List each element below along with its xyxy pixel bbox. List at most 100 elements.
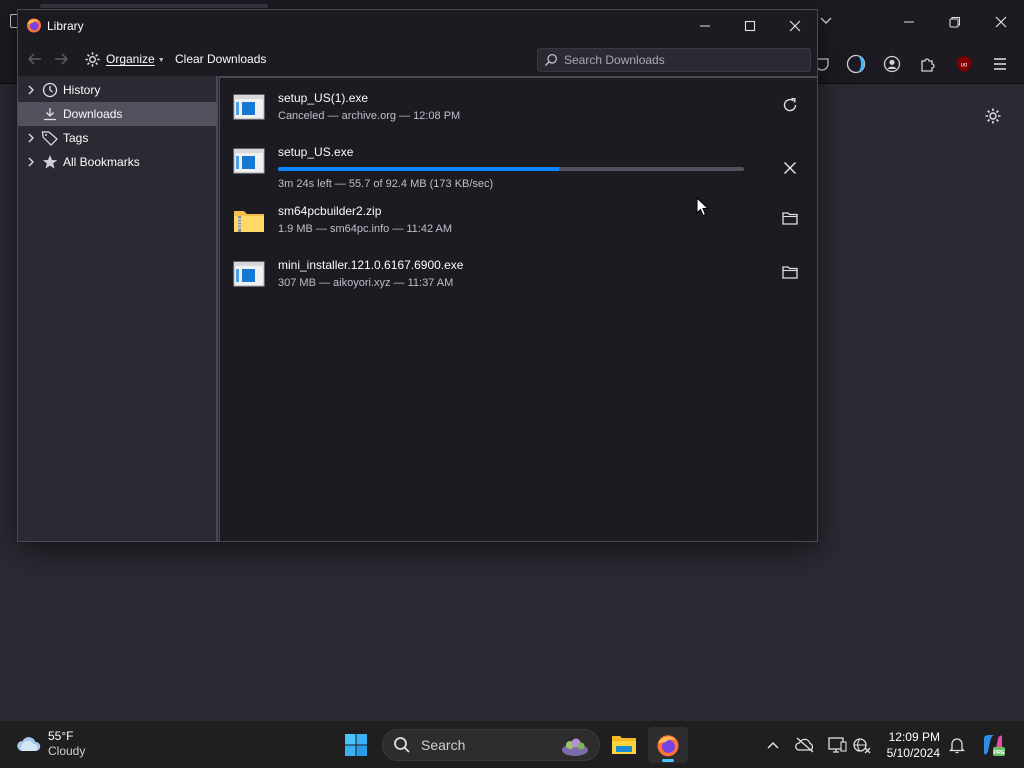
show-in-folder-button[interactable]: [779, 207, 801, 229]
chevron-right-icon[interactable]: [24, 85, 38, 95]
display-settings-icon[interactable]: [826, 734, 848, 756]
zip-folder-icon: [234, 211, 264, 232]
downloads-list: setup_US(1).exe Canceled — archive.org —…: [219, 76, 817, 541]
download-progress-fill: [278, 167, 559, 171]
cloud-icon: [17, 737, 41, 751]
windows-start-icon[interactable]: [344, 733, 368, 757]
show-in-folder-button[interactable]: [779, 261, 801, 283]
show-hidden-icons-chevron-icon[interactable]: [762, 734, 784, 756]
clear-downloads-button[interactable]: Clear Downloads: [175, 52, 266, 66]
ublock-origin-icon[interactable]: uo: [954, 54, 974, 74]
sidebar-item-label: Tags: [63, 131, 89, 145]
arrow-left-icon: [27, 53, 41, 65]
library-sidebar: History Downloads Tags All Bookmarks: [18, 76, 218, 541]
sidebar-item-label: Downloads: [63, 107, 123, 121]
sidebar-item-label: History: [63, 83, 101, 97]
taskbar-clock[interactable]: 12:09 PM 5/10/2024: [872, 729, 940, 761]
library-title-bar: Library: [18, 10, 817, 42]
copilot-icon[interactable]: PRE: [980, 732, 1006, 758]
restore-button[interactable]: [932, 8, 978, 36]
download-filename: setup_US.exe: [278, 145, 354, 159]
download-filename: mini_installer.121.0.6167.6900.exe: [278, 258, 464, 272]
clock-time: 12:09 PM: [888, 730, 940, 744]
folder-icon: [782, 266, 798, 279]
taskbar-search-box[interactable]: Search: [382, 729, 600, 761]
gear-icon: [85, 51, 100, 67]
restore-icon: [949, 17, 960, 28]
forward-button[interactable]: [52, 50, 70, 68]
minimize-icon: [700, 25, 710, 27]
search-placeholder: Search Downloads: [564, 53, 665, 67]
download-status: 3m 24s left — 55.7 of 92.4 MB (173 KB/se…: [278, 178, 494, 190]
firefox-logo-icon: [27, 18, 41, 33]
library-window: Library Organize ▼ Clear Downloads Searc…: [17, 9, 818, 542]
gear-icon[interactable]: [982, 105, 1004, 127]
retry-icon: [783, 97, 797, 112]
download-item[interactable]: mini_installer.121.0.6167.6900.exe 307 M…: [220, 250, 817, 304]
network-disconnected-icon[interactable]: [851, 734, 873, 756]
taskbar-search-label: Search: [421, 737, 466, 753]
active-app-indicator: [662, 759, 674, 762]
back-button[interactable]: [26, 50, 44, 68]
download-filename: sm64pcbuilder2.zip: [278, 204, 382, 218]
weather-temperature: 55°F: [48, 729, 74, 743]
search-icon: [394, 737, 410, 753]
weather-widget[interactable]: 55°F Cloudy: [16, 729, 85, 759]
download-status: 1.9 MB — sm64pc.info — 11:42 AM: [278, 223, 453, 235]
download-status: 307 MB — aikoyori.xyz — 11:37 AM: [278, 277, 454, 289]
firefox-logo-icon: [657, 735, 679, 757]
chevron-right-icon[interactable]: [24, 157, 38, 167]
download-item[interactable]: setup_US(1).exe Canceled — archive.org —…: [220, 83, 817, 137]
organize-label: Organize: [106, 52, 155, 66]
close-button[interactable]: [978, 8, 1024, 36]
clock-icon: [41, 81, 59, 99]
download-icon: [41, 105, 59, 123]
sidebar-item-all-bookmarks[interactable]: All Bookmarks: [18, 150, 217, 174]
maximize-icon: [744, 20, 756, 32]
download-item[interactable]: sm64pcbuilder2.zip 1.9 MB — sm64pc.info …: [220, 196, 817, 250]
cancel-download-button[interactable]: [779, 157, 801, 179]
download-item-in-progress[interactable]: setup_US.exe 3m 24s left — 55.7 of 92.4 …: [220, 137, 817, 191]
onedrive-offline-icon[interactable]: [794, 734, 816, 756]
exe-file-icon: [233, 148, 265, 174]
close-icon: [995, 16, 1007, 28]
weather-condition: Cloudy: [48, 744, 86, 758]
search-icon: [545, 53, 558, 66]
close-icon: [789, 20, 801, 32]
chevron-right-icon[interactable]: [24, 133, 38, 143]
sidebar-item-history[interactable]: History: [18, 78, 217, 102]
browser-tab[interactable]: [40, 4, 268, 8]
organize-menu-button[interactable]: Organize ▼: [84, 49, 165, 69]
download-filename: setup_US(1).exe: [278, 91, 369, 105]
minimize-button[interactable]: [886, 8, 932, 36]
notification-bell-icon[interactable]: [946, 734, 968, 756]
download-status: Canceled — archive.org — 12:08 PM: [278, 110, 461, 122]
retry-download-button[interactable]: [779, 94, 801, 116]
taskbar-firefox[interactable]: [648, 727, 688, 763]
star-icon: [41, 153, 59, 171]
sidebar-item-tags[interactable]: Tags: [18, 126, 217, 150]
arrow-right-icon: [55, 53, 69, 65]
account-icon[interactable]: [882, 54, 902, 74]
cancel-icon: [783, 161, 797, 175]
sidebar-item-downloads[interactable]: Downloads: [18, 102, 217, 126]
library-minimize-button[interactable]: [682, 10, 728, 42]
chevron-down-icon[interactable]: [818, 14, 834, 28]
library-maximize-button[interactable]: [727, 10, 773, 42]
svg-text:uo: uo: [961, 63, 968, 69]
library-title: Library: [47, 19, 84, 33]
taskbar-file-explorer[interactable]: [604, 729, 644, 768]
clock-date: 5/10/2024: [886, 746, 940, 760]
library-close-button[interactable]: [772, 10, 818, 42]
hamburger-menu-icon[interactable]: [990, 54, 1010, 74]
sidebar-item-label: All Bookmarks: [63, 155, 140, 169]
windows-taskbar: 55°F Cloudy Search 12:09 PM 5/10/2024 PR…: [0, 720, 1024, 768]
minimize-icon: [904, 21, 914, 23]
exe-file-icon: [233, 94, 265, 120]
extensions-puzzle-icon[interactable]: [918, 54, 938, 74]
library-toolbar: Organize ▼ Clear Downloads Search Downlo…: [18, 42, 817, 76]
svg-text:PRE: PRE: [993, 750, 1005, 756]
search-downloads-input[interactable]: Search Downloads: [537, 48, 811, 72]
extension-blue-icon[interactable]: [846, 54, 866, 74]
download-progress-bar: [278, 167, 744, 171]
